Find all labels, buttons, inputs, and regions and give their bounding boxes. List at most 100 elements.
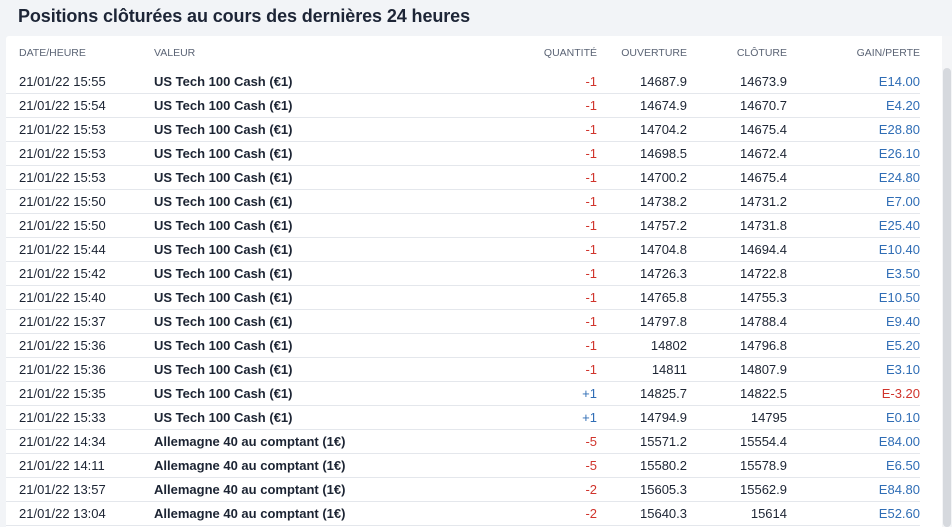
cell-close: 15578.9 — [687, 453, 787, 478]
cell-pnl: E10.40 — [787, 237, 920, 262]
vertical-scrollbar[interactable] — [942, 36, 952, 527]
table-row[interactable]: 21/01/22 15:53 US Tech 100 Cash (€1) -1 147… — [6, 165, 920, 190]
cell-asset: US Tech 100 Cash (€1) — [154, 333, 439, 358]
cell-asset: US Tech 100 Cash (€1) — [154, 285, 439, 310]
header-pnl[interactable]: GAIN/PERTE — [787, 36, 920, 70]
cell-close: 14788.4 — [687, 309, 787, 334]
table-row[interactable]: 21/01/22 15:36 US Tech 100 Cash (€1) -1 148… — [6, 357, 920, 382]
cell-quantity: -1 — [439, 237, 597, 262]
table-row[interactable]: 21/01/22 15:50 US Tech 100 Cash (€1) -1 147… — [6, 189, 920, 214]
cell-date: 21/01/22 15:50 — [6, 189, 154, 214]
cell-quantity: -1 — [439, 357, 597, 382]
cell-pnl: E4.20 — [787, 93, 920, 118]
cell-pnl: E25.40 — [787, 213, 920, 238]
cell-date: 21/01/22 15:54 — [6, 93, 154, 118]
cell-close: 14675.4 — [687, 165, 787, 190]
cell-close: 15562.9 — [687, 477, 787, 502]
cell-quantity: -1 — [439, 141, 597, 166]
cell-open: 14811 — [597, 357, 687, 382]
cell-quantity: -2 — [439, 501, 597, 526]
table-row[interactable]: 21/01/22 15:54 US Tech 100 Cash (€1) -1 146… — [6, 93, 920, 118]
cell-open: 15605.3 — [597, 477, 687, 502]
table-row[interactable]: 21/01/22 15:40 US Tech 100 Cash (€1) -1 147… — [6, 285, 920, 310]
cell-open: 14726.3 — [597, 261, 687, 286]
header-open[interactable]: OUVERTURE — [597, 36, 687, 70]
table-row[interactable]: 21/01/22 15:44 US Tech 100 Cash (€1) -1 147… — [6, 237, 920, 262]
closed-positions-panel: DATE/HEURE VALEUR QUANTITÉ OUVERTURE CLÔ… — [6, 36, 952, 527]
table-row[interactable]: 21/01/22 15:53 US Tech 100 Cash (€1) -1 146… — [6, 141, 920, 166]
cell-asset: US Tech 100 Cash (€1) — [154, 309, 439, 334]
table-row[interactable]: 21/01/22 15:53 US Tech 100 Cash (€1) -1 147… — [6, 117, 920, 142]
cell-quantity: -1 — [439, 213, 597, 238]
cell-pnl: E84.80 — [787, 477, 920, 502]
cell-quantity: -5 — [439, 453, 597, 478]
table-row[interactable]: 21/01/22 15:37 US Tech 100 Cash (€1) -1 147… — [6, 309, 920, 334]
cell-open: 14698.5 — [597, 141, 687, 166]
cell-open: 14802 — [597, 333, 687, 358]
cell-date: 21/01/22 15:42 — [6, 261, 154, 286]
cell-close: 14722.8 — [687, 261, 787, 286]
table-row[interactable]: 21/01/22 15:50 US Tech 100 Cash (€1) -1 147… — [6, 213, 920, 238]
cell-close: 14807.9 — [687, 357, 787, 382]
cell-asset: Allemagne 40 au comptant (1€) — [154, 477, 439, 502]
cell-close: 14796.8 — [687, 333, 787, 358]
header-close[interactable]: CLÔTURE — [687, 36, 787, 70]
cell-date: 21/01/22 13:57 — [6, 477, 154, 502]
cell-asset: US Tech 100 Cash (€1) — [154, 381, 439, 406]
closed-positions-table: DATE/HEURE VALEUR QUANTITÉ OUVERTURE CLÔ… — [6, 36, 920, 526]
table-row[interactable]: 21/01/22 15:42 US Tech 100 Cash (€1) -1 147… — [6, 261, 920, 286]
cell-date: 21/01/22 15:53 — [6, 117, 154, 142]
cell-pnl: E52.60 — [787, 501, 920, 526]
cell-close: 15614 — [687, 501, 787, 526]
cell-close: 14795 — [687, 405, 787, 430]
cell-close: 14731.2 — [687, 189, 787, 214]
cell-open: 14797.8 — [597, 309, 687, 334]
cell-quantity: -1 — [439, 189, 597, 214]
table-row[interactable]: 21/01/22 15:35 US Tech 100 Cash (€1) +1 148… — [6, 381, 920, 406]
table-row[interactable]: 21/01/22 13:57 Allemagne 40 au comptant (… — [6, 477, 920, 502]
cell-pnl: E3.50 — [787, 261, 920, 286]
table-row[interactable]: 21/01/22 14:11 Allemagne 40 au comptant (… — [6, 453, 920, 478]
cell-quantity: -1 — [439, 333, 597, 358]
cell-close: 14694.4 — [687, 237, 787, 262]
cell-asset: US Tech 100 Cash (€1) — [154, 357, 439, 382]
cell-open: 15640.3 — [597, 501, 687, 526]
cell-quantity: -1 — [439, 285, 597, 310]
table-row[interactable]: 21/01/22 14:34 Allemagne 40 au comptant (… — [6, 429, 920, 454]
cell-open: 14687.9 — [597, 70, 687, 94]
header-quantity[interactable]: QUANTITÉ — [439, 36, 597, 70]
page-title: Positions clôturées au cours des dernièr… — [18, 6, 470, 26]
header-asset[interactable]: VALEUR — [154, 36, 439, 70]
cell-date: 21/01/22 15:36 — [6, 357, 154, 382]
cell-quantity: -1 — [439, 93, 597, 118]
cell-date: 21/01/22 15:53 — [6, 165, 154, 190]
cell-pnl: E10.50 — [787, 285, 920, 310]
cell-open: 14704.2 — [597, 117, 687, 142]
table-body: 21/01/22 15:55 US Tech 100 Cash (€1) -1 146… — [6, 70, 920, 526]
cell-open: 14700.2 — [597, 165, 687, 190]
cell-date: 21/01/22 14:34 — [6, 429, 154, 454]
cell-asset: US Tech 100 Cash (€1) — [154, 117, 439, 142]
cell-quantity: -1 — [439, 165, 597, 190]
cell-quantity: +1 — [439, 381, 597, 406]
table-row[interactable]: 21/01/22 15:33 US Tech 100 Cash (€1) +1 147… — [6, 405, 920, 430]
cell-quantity: -1 — [439, 117, 597, 142]
cell-date: 21/01/22 15:55 — [6, 70, 154, 94]
cell-open: 14738.2 — [597, 189, 687, 214]
cell-open: 14674.9 — [597, 93, 687, 118]
cell-date: 21/01/22 15:36 — [6, 333, 154, 358]
cell-asset: US Tech 100 Cash (€1) — [154, 165, 439, 190]
cell-date: 21/01/22 15:44 — [6, 237, 154, 262]
cell-date: 21/01/22 15:37 — [6, 309, 154, 334]
cell-date: 21/01/22 14:11 — [6, 453, 154, 478]
scrollbar-thumb[interactable] — [943, 68, 951, 527]
cell-asset: US Tech 100 Cash (€1) — [154, 405, 439, 430]
cell-close: 14675.4 — [687, 117, 787, 142]
cell-pnl: E-3.20 — [787, 381, 920, 406]
table-row[interactable]: 21/01/22 15:36 US Tech 100 Cash (€1) -1 148… — [6, 333, 920, 358]
table-row[interactable]: 21/01/22 13:04 Allemagne 40 au comptant (… — [6, 501, 920, 526]
cell-asset: Allemagne 40 au comptant (1€) — [154, 429, 439, 454]
header-date[interactable]: DATE/HEURE — [6, 36, 154, 70]
table-row[interactable]: 21/01/22 15:55 US Tech 100 Cash (€1) -1 146… — [6, 70, 920, 94]
cell-pnl: E0.10 — [787, 405, 920, 430]
